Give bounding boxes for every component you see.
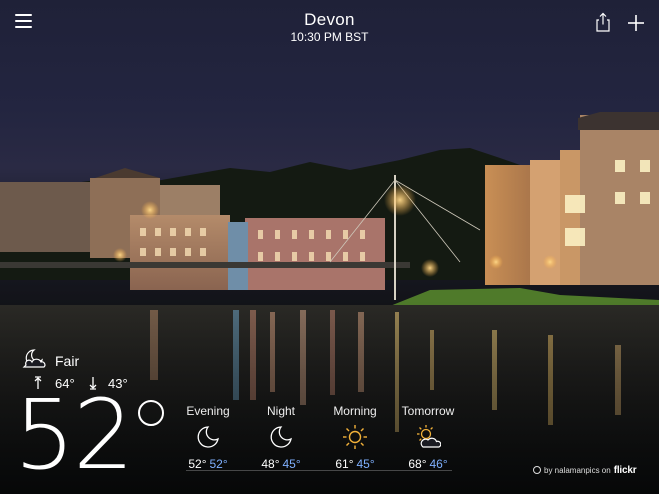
forecast-high: 52° xyxy=(188,457,207,471)
forecast-high: 68° xyxy=(408,457,427,471)
forecast-high: 61° xyxy=(335,457,354,471)
weather-screen: Devon 10:30 PM BST Fair 64° 43° 52 Eveni… xyxy=(0,0,659,494)
add-location-icon[interactable] xyxy=(627,14,645,32)
forecast-evening: Evening 52° 52° xyxy=(173,404,243,471)
forecast-low: 46° xyxy=(429,457,448,471)
photo-credit[interactable]: by nalamanpics on flickr xyxy=(533,465,637,476)
forecast-label: Night xyxy=(266,404,295,418)
forecast-label: Tomorrow xyxy=(401,404,455,418)
city-name: Devon xyxy=(304,10,355,29)
local-time: 10:30 PM BST xyxy=(290,30,369,44)
forecast-low: 45° xyxy=(282,457,301,471)
sun-icon xyxy=(343,425,367,449)
moon-icon xyxy=(270,426,292,448)
forecast-divider xyxy=(186,470,452,471)
forecast-label: Evening xyxy=(186,404,230,418)
creative-commons-icon xyxy=(533,466,541,474)
forecast-night: Night 48° 45° xyxy=(246,404,316,471)
current-temperature: 52 xyxy=(14,379,134,491)
forecast-low: 45° xyxy=(356,457,375,471)
moon-icon xyxy=(197,426,219,448)
forecast-low: 52° xyxy=(209,457,228,471)
forecast-label: Morning xyxy=(333,404,377,418)
sun-cloud-icon xyxy=(417,425,441,448)
flickr-logo[interactable]: flickr xyxy=(614,465,637,476)
forecast-morning: Morning 61° 45° xyxy=(320,404,390,471)
degree-symbol xyxy=(138,400,164,426)
moon-cloud-icon xyxy=(22,349,46,368)
share-icon[interactable] xyxy=(595,12,611,32)
forecast-high: 48° xyxy=(261,457,280,471)
credit-author: by nalamanpics on xyxy=(544,466,611,475)
current-condition: Fair xyxy=(55,353,80,369)
forecast-tomorrow: Tomorrow 68° 46° xyxy=(393,404,463,471)
